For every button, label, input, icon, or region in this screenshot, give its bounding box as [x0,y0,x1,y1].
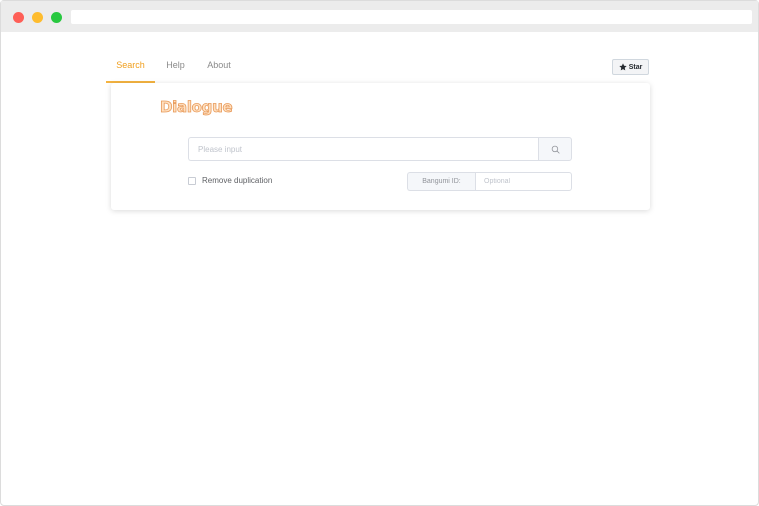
maximize-window-button[interactable] [51,12,62,23]
search-icon [551,145,560,154]
browser-titlebar [1,1,758,32]
remove-duplication-label: Remove duplication [202,176,273,185]
close-window-button[interactable] [13,12,24,23]
search-input[interactable] [188,137,538,161]
search-button[interactable] [538,137,572,161]
remove-duplication-option[interactable]: Remove duplication [188,176,272,185]
star-button-label: Star [628,63,643,71]
search-card: Dialogue Remove duplication Bangumi ID: [111,83,650,210]
tab-search[interactable]: Search [106,52,155,83]
bangumi-id-group: Bangumi ID: [407,172,572,191]
address-bar[interactable] [71,10,752,24]
bangumi-id-label: Bangumi ID: [407,172,475,191]
page-title: Dialogue [160,98,233,117]
minimize-window-button[interactable] [32,12,43,23]
star-icon [619,63,627,71]
remove-duplication-checkbox[interactable] [188,176,196,185]
star-button[interactable]: Star [612,59,649,75]
main-nav: Search Help About [106,52,242,83]
tab-help[interactable]: Help [155,52,196,83]
bangumi-id-input[interactable] [475,172,572,191]
tab-about[interactable]: About [196,52,242,83]
